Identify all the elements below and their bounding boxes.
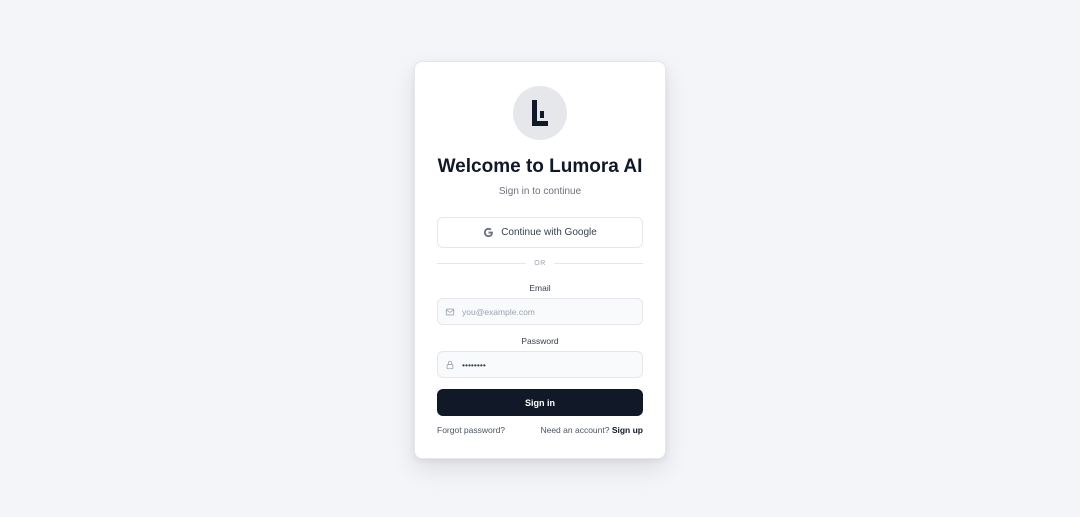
page-title: Welcome to Lumora AI [437, 155, 643, 179]
sign-in-button[interactable]: Sign in [437, 389, 643, 416]
card-footer: Forgot password? Need an account? Sign u… [437, 424, 643, 436]
lumora-logo-icon [531, 100, 549, 126]
forgot-password-link[interactable]: Forgot password? [437, 424, 505, 436]
divider-line-left [437, 263, 526, 264]
email-label: Email [437, 282, 643, 294]
lock-icon [445, 360, 455, 370]
google-icon [483, 227, 494, 238]
email-input[interactable] [462, 307, 632, 317]
page-subtitle: Sign in to continue [437, 185, 643, 199]
password-field-wrapper[interactable] [437, 351, 643, 378]
need-account-text: Need an account? [540, 425, 611, 435]
email-field-wrapper[interactable] [437, 298, 643, 325]
divider-text: OR [534, 260, 546, 267]
sign-up-link[interactable]: Sign up [612, 425, 643, 435]
lumora-logo [513, 86, 567, 140]
mail-icon [445, 307, 455, 317]
or-divider: OR [437, 260, 643, 267]
password-input[interactable] [462, 360, 632, 370]
continue-with-google-label: Continue with Google [501, 227, 597, 238]
login-card: Welcome to Lumora AI Sign in to continue… [414, 61, 666, 459]
password-label: Password [437, 335, 643, 347]
divider-line-right [554, 263, 643, 264]
signup-prompt: Need an account? Sign up [540, 424, 643, 436]
continue-with-google-button[interactable]: Continue with Google [437, 217, 643, 248]
